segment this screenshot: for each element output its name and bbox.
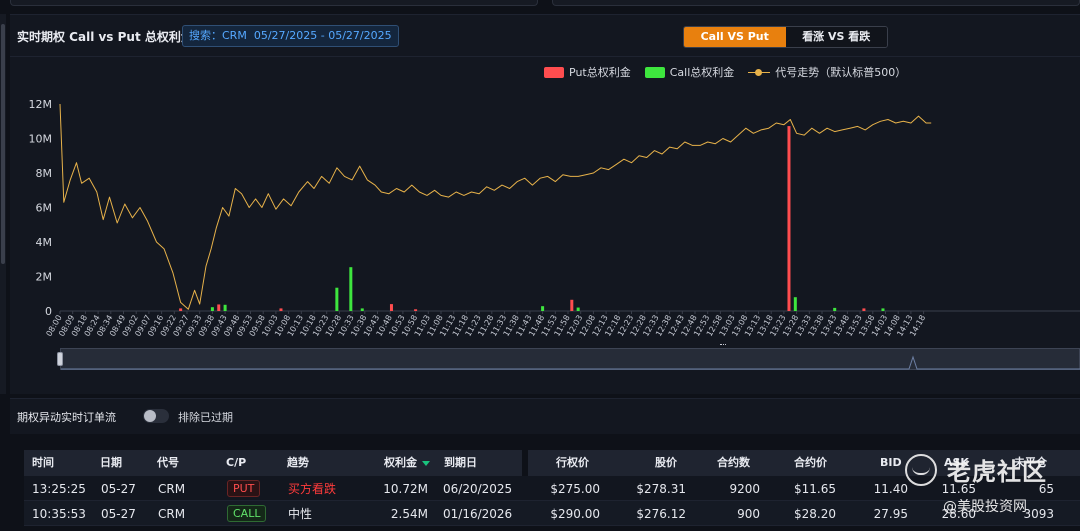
col-expiry[interactable]: 到期日	[444, 450, 477, 476]
put-bar	[217, 304, 221, 311]
cell-contracts: 900	[737, 507, 760, 521]
cell-oi: 3093	[1023, 507, 1054, 521]
cell-stock-price: $278.31	[636, 482, 686, 496]
col-stock-price[interactable]: 股价	[655, 450, 677, 476]
put-bar	[389, 304, 393, 311]
call-bar	[541, 306, 545, 311]
col-trend[interactable]: 趋势	[287, 450, 309, 476]
order-flow-title: 期权异动实时订单流	[17, 411, 116, 424]
cell-strike: $290.00	[550, 507, 600, 521]
call-bar	[576, 307, 580, 311]
cell-date: 05-27	[101, 507, 136, 521]
zoom-slider-grip[interactable]	[720, 344, 726, 348]
table-row[interactable]: 10:35:53 05-27 CRM CALL 中性 2.54M 01/16/2…	[24, 501, 1080, 526]
call-bar	[210, 307, 214, 311]
cell-trend: 中性	[288, 507, 313, 521]
cell-date: 05-27	[101, 482, 136, 496]
col-premium-label: 权利金	[384, 456, 417, 469]
cell-premium: 10.72M	[383, 482, 428, 496]
table-header: 时间 日期 代号 C/P 趋势 权利金 到期日 行权价 股价 合约数 合约价 B…	[24, 450, 1080, 476]
call-bar	[223, 304, 227, 311]
y-tick-label: 2M	[36, 271, 53, 284]
put-bar	[787, 126, 791, 311]
col-ask[interactable]: ASK	[944, 450, 969, 476]
cell-contract-price: $28.20	[794, 507, 836, 521]
table-row[interactable]: 13:25:25 05-27 CRM PUT 买方看跌 10.72M 06/20…	[24, 476, 1080, 501]
sort-desc-icon[interactable]	[422, 460, 430, 466]
cell-bid: 27.95	[873, 507, 908, 521]
y-tick-label: 4M	[36, 236, 53, 249]
cell-time: 13:25:25	[32, 482, 86, 496]
cell-bid: 11.40	[873, 482, 908, 496]
col-date[interactable]: 日期	[100, 450, 122, 476]
call-bar	[360, 308, 364, 311]
call-bar	[833, 307, 837, 311]
zoom-slider-handle[interactable]	[57, 352, 63, 366]
col-oi[interactable]: 未平仓	[1014, 450, 1047, 476]
zoom-slider-track[interactable]	[60, 348, 1080, 370]
y-tick-label: 6M	[36, 202, 53, 215]
put-bar	[570, 299, 574, 311]
call-bar	[793, 297, 797, 311]
cell-ask: 28.60	[941, 507, 976, 521]
call-bar	[881, 308, 885, 311]
call-bar	[349, 267, 353, 311]
y-tick-label: 12M	[29, 98, 53, 111]
put-badge: PUT	[227, 480, 261, 497]
cell-code[interactable]: CRM	[158, 476, 185, 502]
put-bar	[279, 308, 283, 311]
y-tick-label: 10M	[29, 133, 53, 146]
cell-code[interactable]: CRM	[158, 501, 185, 527]
cell-contracts: 9200	[729, 482, 760, 496]
cell-expiry: 06/20/2025	[443, 482, 513, 496]
zoom-slider[interactable]	[57, 344, 1080, 374]
col-time[interactable]: 时间	[32, 450, 54, 476]
put-bar	[862, 308, 866, 311]
col-premium[interactable]: 权利金	[384, 450, 430, 476]
cell-strike: $275.00	[550, 482, 600, 496]
col-contracts[interactable]: 合约数	[717, 450, 750, 476]
cell-premium: 2.54M	[390, 507, 428, 521]
put-bar	[179, 308, 183, 311]
col-contract-price[interactable]: 合约价	[794, 450, 827, 476]
col-strike[interactable]: 行权价	[556, 450, 589, 476]
cell-expiry: 01/16/2026	[443, 507, 513, 521]
header-separator	[522, 450, 528, 476]
zoom-slider-preview	[61, 355, 1080, 370]
cell-stock-price: $276.12	[636, 507, 686, 521]
order-flow-table: 时间 日期 代号 C/P 趋势 权利金 到期日 行权价 股价 合约数 合约价 B…	[24, 450, 1080, 526]
call-bar	[335, 287, 339, 311]
col-code[interactable]: 代号	[157, 450, 179, 476]
put-bar	[414, 309, 418, 311]
col-cp[interactable]: C/P	[226, 450, 246, 476]
cell-ask: 11.65	[941, 482, 976, 496]
exclude-expired-toggle[interactable]	[143, 409, 169, 423]
premium-chart: 02M4M6M8M10M12M08:0008:0908:1808:2408:34…	[29, 98, 1080, 338]
exclude-expired-label: 排除已过期	[178, 411, 233, 424]
cell-oi: 65	[1038, 482, 1054, 496]
cell-time: 10:35:53	[32, 507, 86, 521]
cell-trend: 买方看跌	[288, 482, 337, 496]
col-bid[interactable]: BID	[880, 450, 902, 476]
cell-contract-price: $11.65	[794, 482, 836, 496]
order-flow-bar: 期权异动实时订单流 排除已过期	[10, 398, 1080, 434]
y-tick-label: 0	[45, 305, 52, 318]
y-tick-label: 8M	[36, 167, 53, 180]
stock-trend-line	[59, 103, 932, 310]
call-badge: CALL	[227, 505, 267, 522]
